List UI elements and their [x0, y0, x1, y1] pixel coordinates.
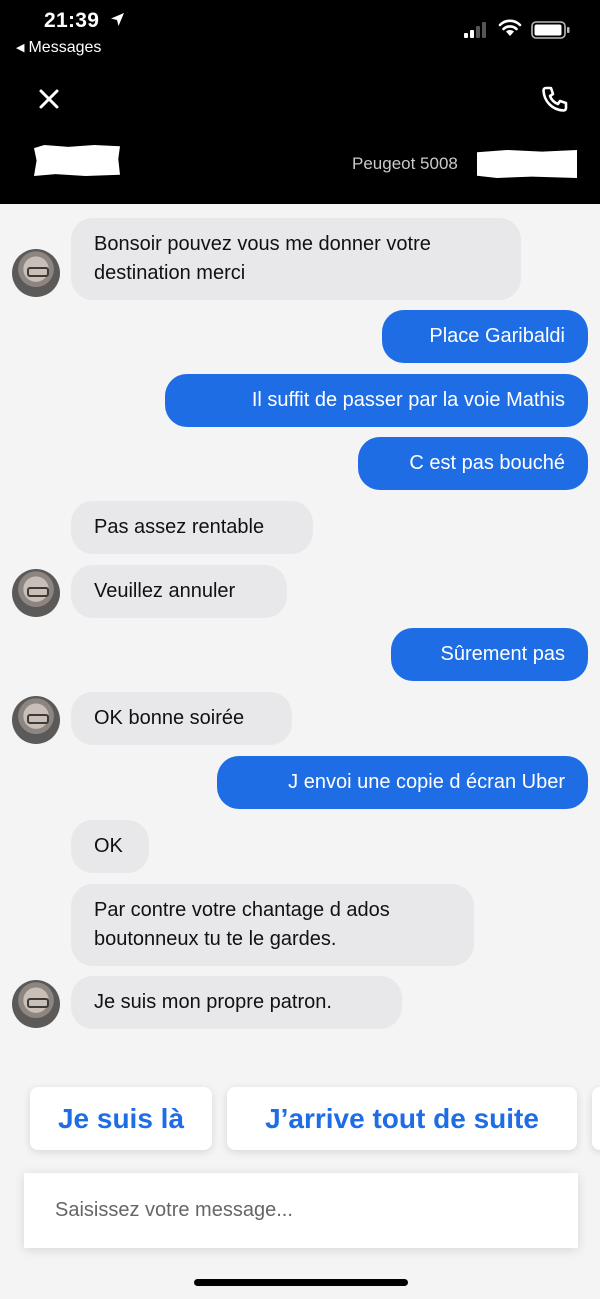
message-text: C est pas bouché — [409, 452, 565, 474]
quick-reply-arriving-button[interactable]: J’arrive tout de suite — [227, 1087, 577, 1150]
back-label: Messages — [28, 39, 102, 56]
message-line: Bonsoir pouvez vous me donner votre — [94, 233, 431, 255]
quick-reply-here-button[interactable]: Je suis là — [30, 1087, 212, 1150]
close-icon[interactable] — [36, 86, 62, 112]
outgoing-message: Place Garibaldi — [382, 310, 588, 363]
cellular-signal-icon — [464, 22, 486, 38]
home-indicator[interactable] — [194, 1279, 408, 1286]
message-text: Je suis mon propre patron. — [94, 991, 332, 1013]
wifi-icon — [498, 19, 522, 36]
status-time: 21:39 — [44, 9, 100, 32]
incoming-message: OK — [71, 820, 149, 873]
message-text: Veuillez annuler — [94, 580, 236, 602]
driver-avatar — [12, 249, 60, 297]
message-line: Par contre votre chantage d ados — [94, 899, 390, 921]
incoming-message: Je suis mon propre patron. — [71, 976, 402, 1029]
redacted-driver-name — [34, 145, 120, 176]
driver-avatar — [12, 569, 60, 617]
phone-icon[interactable] — [540, 85, 568, 113]
quick-reply-next-button[interactable] — [592, 1087, 600, 1150]
message-text: Place Garibaldi — [429, 325, 565, 347]
outgoing-message: Sûrement pas — [391, 628, 588, 681]
back-to-messages-link[interactable]: ◀ Messages — [16, 39, 101, 57]
outgoing-message: J envoi une copie d écran Uber — [217, 756, 588, 809]
message-line: destination merci — [94, 262, 246, 284]
incoming-message: Bonsoir pouvez vous me donner votre dest… — [71, 218, 521, 300]
back-triangle-icon: ◀ — [16, 42, 25, 54]
message-text: OK bonne soirée — [94, 707, 245, 729]
message-text: Sûrement pas — [440, 643, 565, 665]
message-text: J envoi une copie d écran Uber — [288, 771, 565, 793]
driver-avatar — [12, 980, 60, 1028]
incoming-message: Par contre votre chantage d ados boutonn… — [71, 884, 474, 966]
outgoing-message: Il suffit de passer par la voie Mathis — [165, 374, 588, 427]
message-composer — [24, 1173, 578, 1248]
message-text: OK — [94, 835, 123, 857]
redacted-license-plate — [477, 150, 577, 178]
incoming-message: Veuillez annuler — [71, 565, 287, 618]
driver-avatar — [12, 696, 60, 744]
incoming-message: Pas assez rentable — [71, 501, 313, 554]
outgoing-message: C est pas bouché — [358, 437, 588, 490]
message-input[interactable] — [24, 1173, 578, 1248]
location-arrow-icon — [111, 13, 124, 26]
message-line: boutonneux tu te le gardes. — [94, 928, 337, 950]
battery-icon — [531, 21, 570, 39]
message-text: Pas assez rentable — [94, 516, 265, 538]
incoming-message: OK bonne soirée — [71, 692, 292, 745]
vehicle-model: Peugeot 5008 — [352, 154, 458, 173]
chat-header: 21:39 ◀ Messages Peugeot 5008 — [0, 0, 600, 204]
message-text: Il suffit de passer par la voie Mathis — [251, 389, 565, 411]
